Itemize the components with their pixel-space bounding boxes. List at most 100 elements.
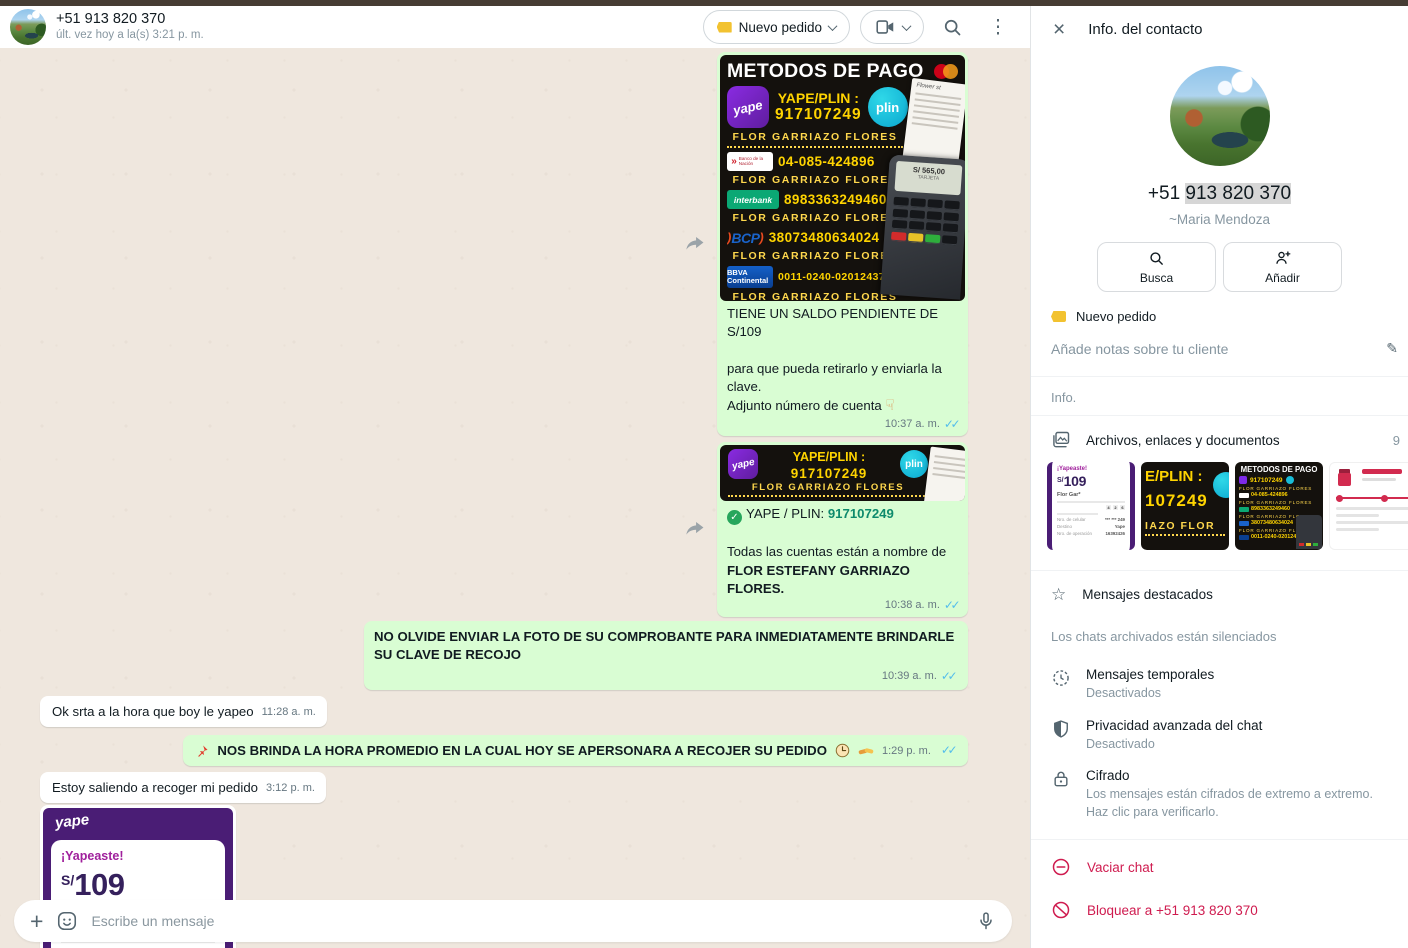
microphone-icon[interactable] — [976, 911, 996, 931]
search-button[interactable] — [934, 9, 970, 45]
media-thumbnail-receipt[interactable]: ¡Yapeaste! S/109 Flor Gar* 426 Nro. de c… — [1047, 462, 1135, 550]
interbank-logo: interbank — [727, 190, 779, 209]
forward-icon[interactable] — [682, 516, 708, 542]
video-camera-icon — [874, 16, 896, 38]
advanced-privacy-row[interactable]: Privacidad avanzada del chat Desactivado — [1031, 705, 1408, 756]
outgoing-message-bubble[interactable]: NO OLVIDE ENVIAR LA FOTO DE SU COMPROBAN… — [364, 621, 968, 689]
block-icon — [1051, 900, 1071, 920]
block-contact-button[interactable]: Bloquear a +51 913 820 370 — [1031, 883, 1408, 926]
bbva-logo: BBVA Continental — [727, 266, 773, 288]
bank-account-number: 8983363249460 — [784, 192, 887, 207]
search-chat-button[interactable]: Busca — [1097, 242, 1216, 292]
plin-logo: plin — [868, 87, 908, 127]
message-text: ✓YAPE / PLIN: 917107249Todas las cuentas… — [720, 501, 965, 614]
outgoing-message-bubble[interactable]: METODOS DE PAGO yape YAPE/PLIN : 9171072… — [717, 52, 968, 436]
new-order-label: Nuevo pedido — [739, 20, 822, 35]
order-tag-icon — [1051, 311, 1066, 322]
encryption-row[interactable]: Cifrado Los mensajes están cifrados de e… — [1031, 755, 1408, 823]
media-thumbnail-tracking[interactable] — [1329, 462, 1408, 550]
disappearing-messages-row[interactable]: Mensajes temporales Desactivados — [1031, 654, 1408, 705]
chat-header: +51 913 820 370 últ. vez hoy a la(s) 3:2… — [0, 0, 1030, 48]
pointing-down-icon: ☟ — [885, 397, 894, 414]
last-seen-status: últ. vez hoy a la(s) 3:21 p. m. — [56, 29, 693, 43]
incoming-message-bubble[interactable]: Ok srta a la hora que boy le yapeo 11:28… — [40, 696, 327, 727]
media-thumbnails: ¡Yapeaste! S/109 Flor Gar* 426 Nro. de c… — [1031, 460, 1408, 564]
package-icon — [1338, 473, 1351, 486]
message-row: Estoy saliendo a recoger mi pedido 3:12 … — [40, 772, 968, 803]
clear-chat-button[interactable]: Vaciar chat — [1031, 840, 1408, 883]
account-owner: FLOR GARRIAZO FLORES — [728, 482, 928, 497]
archived-chats-note: Los chats archivados están silenciados — [1031, 613, 1408, 654]
receipt-paper-decoration — [924, 446, 965, 500]
attach-plus-icon[interactable]: + — [30, 910, 43, 933]
search-button-label: Busca — [1140, 271, 1173, 285]
starred-messages-row[interactable]: ☆ Mensajes destacados — [1031, 571, 1408, 613]
message-time: 3:12 p. m. — [266, 782, 315, 795]
contact-profile-photo[interactable] — [1170, 66, 1270, 166]
account-owner: FLOR GARRIAZO FLORES — [727, 212, 903, 224]
add-contact-button[interactable]: Añadir — [1223, 242, 1342, 292]
outgoing-message-bubble[interactable]: NOS BRINDA LA HORA PROMEDIO EN LA CUAL H… — [183, 735, 968, 766]
contact-header-info[interactable]: +51 913 820 370 últ. vez hoy a la(s) 3:2… — [56, 11, 693, 42]
clear-chat-label: Vaciar chat — [1087, 860, 1154, 875]
account-owner: FLOR GARRIAZO FLORES — [727, 174, 903, 186]
close-icon[interactable]: × — [1053, 19, 1065, 40]
person-add-icon — [1274, 249, 1292, 267]
order-label-row[interactable]: Nuevo pedido — [1031, 292, 1408, 324]
lock-icon — [1051, 769, 1071, 789]
message-time: 1:29 p. m. — [882, 745, 931, 758]
chat-body[interactable]: METODOS DE PAGO yape YAPE/PLIN : 9171072… — [0, 48, 1030, 948]
chevron-down-icon — [828, 21, 838, 31]
read-ticks-icon: ✓✓ — [941, 743, 957, 758]
message-text: TIENE UN SALDO PENDIENTE DE S/109para qu… — [720, 301, 965, 433]
block-contact-label: Bloquear a +51 913 820 370 — [1087, 903, 1258, 918]
bank-account-number: 0011-0240-0201243721 — [778, 271, 898, 283]
message-row: METODOS DE PAGO yape YAPE/PLIN : 9171072… — [40, 52, 968, 436]
receipt-paper-decoration: Flower st — [902, 78, 965, 168]
message-text: Ok srta a la hora que boy le yapeo — [52, 704, 254, 719]
media-count: 9 — [1393, 433, 1400, 448]
message-meta: 10:38 a. m.✓✓ — [885, 598, 960, 612]
message-text: Estoy saliendo a recoger mi pedido — [52, 780, 258, 795]
payment-methods-image[interactable]: METODOS DE PAGO yape YAPE/PLIN : 9171072… — [720, 55, 965, 301]
media-files-icon — [1051, 430, 1071, 450]
chat-pane: +51 913 820 370 últ. vez hoy a la(s) 3:2… — [0, 0, 1030, 948]
contact-avatar[interactable] — [10, 9, 46, 45]
message-text: NOS BRINDA LA HORA PROMEDIO EN LA CUAL H… — [217, 743, 827, 758]
message-meta: 10:37 a. m.✓✓ — [885, 417, 960, 431]
star-icon: ☆ — [1051, 586, 1066, 603]
media-thumbnail-payment-methods[interactable]: METODOS DE PAGO 917107249 FLOR GARRIAZO … — [1235, 462, 1323, 550]
menu-button[interactable]: ⋮ — [980, 9, 1016, 45]
chevron-down-icon — [902, 21, 912, 31]
incoming-message-bubble[interactable]: Estoy saliendo a recoger mi pedido 3:12 … — [40, 772, 326, 803]
account-owner: FLOR GARRIAZO FLORES — [727, 250, 903, 262]
forward-icon[interactable] — [682, 231, 708, 257]
clock-emoji-icon — [835, 743, 850, 758]
green-check-icon: ✓ — [727, 510, 742, 525]
media-section-row[interactable]: Archivos, enlaces y documentos 9 — [1031, 416, 1408, 460]
shield-icon — [1051, 719, 1071, 739]
message-row: NO OLVIDE ENVIAR LA FOTO DE SU COMPROBAN… — [40, 621, 968, 689]
search-icon — [1148, 250, 1165, 267]
contact-phone[interactable]: +51 913 820 370 — [1031, 183, 1408, 205]
message-row: NOS BRINDA LA HORA PROMEDIO EN LA CUAL H… — [40, 735, 968, 766]
payment-image-title: METODOS DE PAGO — [727, 60, 924, 83]
yape-logo: yape — [727, 86, 769, 128]
message-input[interactable] — [91, 913, 963, 929]
outgoing-message-bubble[interactable]: yape YAPE/PLIN : 917107249 plin FLOR GAR… — [717, 442, 968, 617]
message-meta: 10:39 a. m.✓✓ — [367, 669, 965, 687]
yape-plin-banner-image[interactable]: yape YAPE/PLIN : 917107249 plin FLOR GAR… — [720, 445, 965, 501]
read-ticks-icon: ✓✓ — [944, 417, 960, 431]
video-call-button[interactable] — [860, 10, 924, 44]
account-owner: FLOR GARRIAZO FLORES — [727, 131, 903, 148]
yape-plin-number: 917107249 — [775, 106, 862, 124]
pos-terminal-mini — [1296, 515, 1322, 549]
new-order-button[interactable]: Nuevo pedido — [703, 10, 850, 44]
contact-push-name: ~Maria Mendoza — [1031, 212, 1408, 227]
notes-placeholder: Añade notas sobre tu cliente — [1051, 341, 1228, 357]
pencil-icon: ✎ — [1386, 340, 1398, 357]
emoji-sticker-icon[interactable] — [56, 910, 78, 932]
minus-circle-icon — [1051, 857, 1071, 877]
client-notes-field[interactable]: Añade notas sobre tu cliente ✎ — [1031, 324, 1408, 370]
media-thumbnail-yape-plin[interactable]: E/PLIN : 107249 IAZO FLOR — [1141, 462, 1229, 550]
